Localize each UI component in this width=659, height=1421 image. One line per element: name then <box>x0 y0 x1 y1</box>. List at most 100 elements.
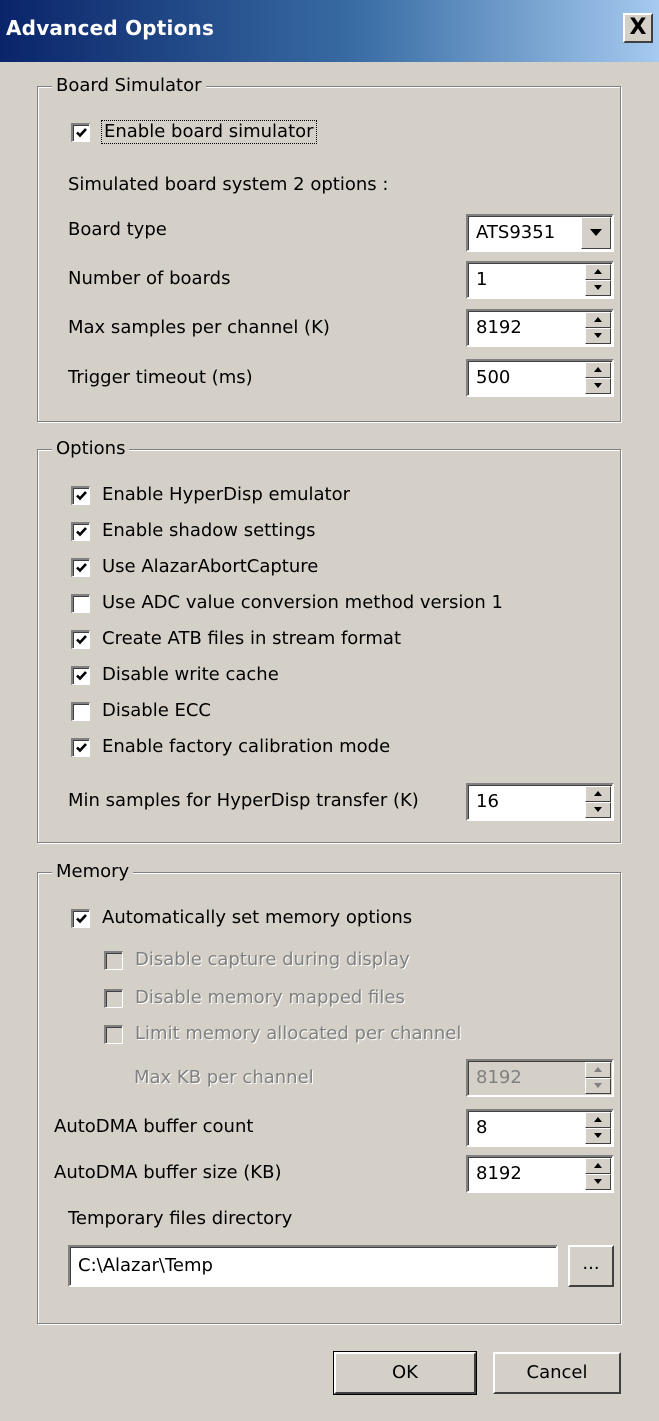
checkbox-label: Disable write cache <box>102 664 279 685</box>
temp-dir-label: Temporary files directory <box>68 1208 293 1229</box>
checkbox-label: Enable shadow settings <box>102 520 316 541</box>
disable-memory-mapped-checkbox[interactable]: Disable memory mapped files <box>104 987 405 1009</box>
title-bar: Advanced Options X <box>0 0 659 62</box>
autodma-count-label: AutoDMA buffer count <box>54 1116 254 1137</box>
spin-up-button[interactable] <box>585 264 611 280</box>
min-samples-input[interactable]: 16 <box>466 783 614 821</box>
spinner <box>585 1158 611 1190</box>
spin-up-button[interactable] <box>585 312 611 328</box>
spin-up-button[interactable] <box>585 1158 611 1174</box>
number-of-boards-label: Number of boards <box>68 268 231 289</box>
checkbox-box[interactable] <box>71 629 90 649</box>
auto-memory-checkbox[interactable]: Automatically set memory options <box>71 907 412 929</box>
option-checkbox-shadow-settings[interactable]: Enable shadow settings <box>71 520 316 542</box>
option-checkbox-adc-conversion[interactable]: Use ADC value conversion method version … <box>71 592 503 614</box>
arrow-up-icon <box>594 791 602 796</box>
spin-down-button[interactable] <box>585 1078 611 1094</box>
checkbox-box[interactable] <box>71 737 90 757</box>
enable-board-simulator-checkbox[interactable]: Enable board simulator <box>71 120 317 144</box>
spin-up-button[interactable] <box>585 1062 611 1078</box>
option-checkbox-ecc[interactable]: Disable ECC <box>71 700 211 722</box>
spin-up-button[interactable] <box>585 786 611 802</box>
arrow-up-icon <box>594 269 602 274</box>
option-checkbox-abort-capture[interactable]: Use AlazarAbortCapture <box>71 556 318 578</box>
ok-button[interactable]: OK <box>333 1351 477 1395</box>
checkbox-label: Enable HyperDisp emulator <box>102 484 351 505</box>
spinner <box>585 1062 611 1094</box>
autodma-count-value: 8 <box>476 1117 488 1138</box>
checkbox-box[interactable] <box>71 593 90 613</box>
checkbox-box[interactable] <box>71 908 90 928</box>
spin-up-button[interactable] <box>585 1112 611 1128</box>
autodma-count-input[interactable]: 8 <box>466 1109 614 1147</box>
checkbox-box[interactable] <box>104 1024 123 1044</box>
checkbox-box[interactable] <box>104 950 123 970</box>
checkbox-label: Enable board simulator <box>101 120 317 144</box>
limit-memory-checkbox[interactable]: Limit memory allocated per channel <box>104 1023 461 1045</box>
number-of-boards-input[interactable]: 1 <box>466 261 614 299</box>
board-simulator-group-label: Board Simulator <box>52 74 206 98</box>
arrow-up-icon <box>594 1117 602 1122</box>
checkbox-label: Enable factory calibration mode <box>102 736 391 757</box>
checkbox-label: Disable capture during display <box>135 949 410 970</box>
close-button[interactable]: X <box>623 13 653 43</box>
spinner <box>585 362 611 394</box>
max-samples-input[interactable]: 8192 <box>466 309 614 347</box>
temp-dir-input[interactable]: C:\Alazar\Temp <box>68 1245 558 1287</box>
arrow-down-icon <box>594 1083 602 1088</box>
board-type-select[interactable]: ATS9351 <box>466 214 614 252</box>
arrow-down-icon <box>594 1133 602 1138</box>
arrow-down-icon <box>594 285 602 290</box>
max-samples-value: 8192 <box>476 317 522 338</box>
spin-down-button[interactable] <box>585 1174 611 1190</box>
cancel-button[interactable]: Cancel <box>493 1352 621 1394</box>
autodma-size-input[interactable]: 8192 <box>466 1155 614 1193</box>
spin-down-button[interactable] <box>585 1128 611 1144</box>
board-type-label: Board type <box>68 219 167 240</box>
arrow-up-icon <box>594 317 602 322</box>
disable-capture-checkbox[interactable]: Disable capture during display <box>104 949 410 971</box>
checkbox-label: Use AlazarAbortCapture <box>102 556 319 577</box>
checkbox-box[interactable] <box>71 701 90 721</box>
trigger-timeout-label: Trigger timeout (ms) <box>68 367 253 388</box>
spin-down-button[interactable] <box>585 802 611 818</box>
checkbox-box[interactable] <box>71 557 90 577</box>
checkbox-box[interactable] <box>71 521 90 541</box>
min-samples-value: 16 <box>476 791 499 812</box>
spin-down-button[interactable] <box>585 280 611 296</box>
spin-up-button[interactable] <box>585 362 611 378</box>
spinner <box>585 1112 611 1144</box>
autodma-size-value: 8192 <box>476 1163 522 1184</box>
max-kb-value: 8192 <box>476 1067 522 1088</box>
dialog-title: Advanced Options <box>6 16 215 40</box>
max-kb-input[interactable]: 8192 <box>466 1059 614 1097</box>
trigger-timeout-value: 500 <box>476 367 511 388</box>
spin-down-button[interactable] <box>585 328 611 344</box>
option-checkbox-factory-calibration[interactable]: Enable factory calibration mode <box>71 736 390 758</box>
arrow-down-icon <box>594 383 602 388</box>
browse-label: ... <box>582 1253 600 1274</box>
board-simulator-group: Board Simulator Enable board simulator S… <box>37 74 621 422</box>
browse-button[interactable]: ... <box>568 1245 614 1287</box>
spinner <box>585 786 611 818</box>
checkbox-box[interactable] <box>71 122 90 142</box>
ok-label: OK <box>392 1362 418 1383</box>
trigger-timeout-input[interactable]: 500 <box>466 359 614 397</box>
temp-dir-value: C:\Alazar\Temp <box>78 1255 213 1276</box>
option-checkbox-atb-stream[interactable]: Create ATB files in stream format <box>71 628 401 650</box>
dropdown-button[interactable] <box>581 217 611 249</box>
spin-down-button[interactable] <box>585 378 611 394</box>
max-kb-label: Max KB per channel <box>134 1067 314 1088</box>
checkbox-box[interactable] <box>104 988 123 1008</box>
checkbox-box[interactable] <box>71 665 90 685</box>
checkbox-box[interactable] <box>71 485 90 505</box>
checkbox-label: Automatically set memory options <box>102 907 413 928</box>
board-type-value: ATS9351 <box>476 222 556 243</box>
memory-group-label: Memory <box>52 860 134 884</box>
option-checkbox-write-cache[interactable]: Disable write cache <box>71 664 279 686</box>
arrow-up-icon <box>594 367 602 372</box>
spinner <box>585 264 611 296</box>
autodma-size-label: AutoDMA buffer size (KB) <box>54 1162 282 1183</box>
option-checkbox-hyperdisp-emulator[interactable]: Enable HyperDisp emulator <box>71 484 350 506</box>
arrow-down-icon <box>594 807 602 812</box>
